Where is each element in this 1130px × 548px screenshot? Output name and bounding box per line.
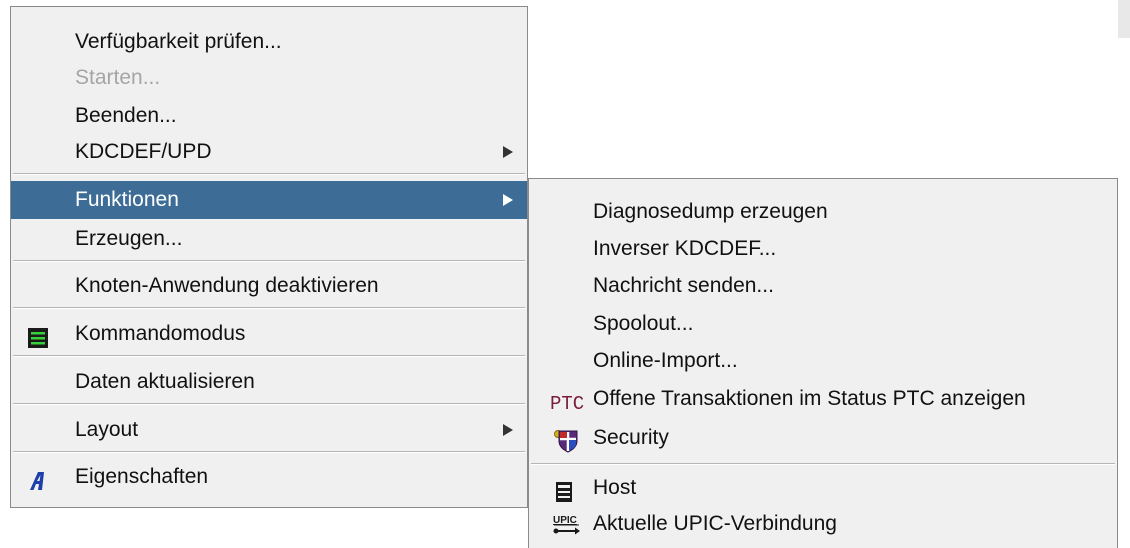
menu-item-verfuegbarkeit-pruefen[interactable]: Verfügbarkeit prüfen... <box>11 23 527 61</box>
menu-item-eigenschaften[interactable]: Eigenschaften <box>11 458 527 496</box>
menu-item-label: Aktuelle UPIC-Verbindung <box>593 512 837 535</box>
submenu-item-diagnosedump-erzeugen[interactable]: Diagnosedump erzeugen <box>529 193 1117 231</box>
menu-item-daten-aktualisieren[interactable]: Daten aktualisieren <box>11 363 527 401</box>
submenu-item-spoolout[interactable]: Spoolout... <box>529 305 1117 343</box>
menu-separator <box>531 463 1115 465</box>
security-shield-icon <box>553 428 578 453</box>
page: Verfügbarkeit prüfen... Starten... Beend… <box>0 0 1130 548</box>
menu-item-layout[interactable]: Layout <box>11 411 527 449</box>
menu-item-label: Funktionen <box>75 188 179 211</box>
submenu-item-nachricht-senden[interactable]: Nachricht senden... <box>529 267 1117 305</box>
menu-item-starten: Starten... <box>11 59 527 97</box>
menu-item-label: Host <box>593 476 637 499</box>
host-icon <box>553 478 575 502</box>
submenu-item-aktuelle-upic-verbindung[interactable]: UPIC Aktuelle UPIC-Verbindung <box>529 505 1117 543</box>
submenu-item-security[interactable]: Security <box>529 419 1117 457</box>
context-menu: Verfügbarkeit prüfen... Starten... Beend… <box>10 6 528 508</box>
properties-icon <box>27 467 49 490</box>
menu-item-funktionen[interactable]: Funktionen <box>11 181 527 219</box>
menu-item-beenden[interactable]: Beenden... <box>11 97 527 135</box>
menu-item-label: Diagnosedump erzeugen <box>593 200 828 223</box>
submenu-arrow-icon <box>503 424 513 436</box>
functions-submenu: Diagnosedump erzeugen Inverser KDCDEF...… <box>528 178 1118 548</box>
submenu-item-host[interactable]: Host <box>529 469 1117 507</box>
menu-item-knoten-anwendung-deaktivieren[interactable]: Knoten-Anwendung deaktivieren <box>11 267 527 305</box>
submenu-item-online-import[interactable]: Online-Import... <box>529 342 1117 380</box>
menu-separator <box>13 173 525 175</box>
menu-separator <box>13 355 525 357</box>
menu-item-label: Online-Import... <box>593 349 738 372</box>
menu-separator <box>13 403 525 405</box>
upic-connection-icon: UPIC <box>551 512 583 538</box>
menu-item-label: Spoolout... <box>593 312 694 335</box>
menu-item-erzeugen[interactable]: Erzeugen... <box>11 220 527 258</box>
menu-item-label: Eigenschaften <box>75 465 209 488</box>
menu-item-label: Knoten-Anwendung deaktivieren <box>75 274 379 297</box>
terminal-icon <box>27 324 49 348</box>
menu-item-kommandomodus[interactable]: Kommandomodus <box>11 315 527 353</box>
menu-separator <box>13 260 525 262</box>
upic-icon-text: UPIC <box>553 515 577 526</box>
menu-item-label: Verfügbarkeit prüfen... <box>75 30 282 53</box>
menu-item-kdcdef-upd[interactable]: KDCDEF/UPD <box>11 133 527 171</box>
menu-item-label: Kommandomodus <box>75 322 246 345</box>
submenu-arrow-icon <box>503 194 513 206</box>
menu-item-label: Inverser KDCDEF... <box>593 237 777 260</box>
menu-item-label: Erzeugen... <box>75 227 183 250</box>
menu-item-label: Starten... <box>75 66 161 89</box>
ptc-icon: PTC <box>549 388 589 415</box>
menu-item-label: Nachricht senden... <box>593 274 774 297</box>
menu-separator <box>13 451 525 453</box>
menu-item-label: Beenden... <box>75 104 177 127</box>
ptc-icon-text: PTC <box>550 393 584 413</box>
menu-item-label: Daten aktualisieren <box>75 370 255 393</box>
menu-item-label: Layout <box>75 418 139 441</box>
menu-item-label: Security <box>593 426 669 449</box>
submenu-item-inverser-kdcdef[interactable]: Inverser KDCDEF... <box>529 230 1117 268</box>
menu-item-label: Offene Transaktionen im Status PTC anzei… <box>593 387 1026 410</box>
submenu-item-offene-transaktionen-ptc[interactable]: PTC Offene Transaktionen im Status PTC a… <box>529 380 1117 418</box>
menu-item-label: KDCDEF/UPD <box>75 140 212 163</box>
submenu-arrow-icon <box>503 146 513 158</box>
menu-separator <box>13 307 525 309</box>
scrollbar[interactable] <box>1118 0 1130 38</box>
